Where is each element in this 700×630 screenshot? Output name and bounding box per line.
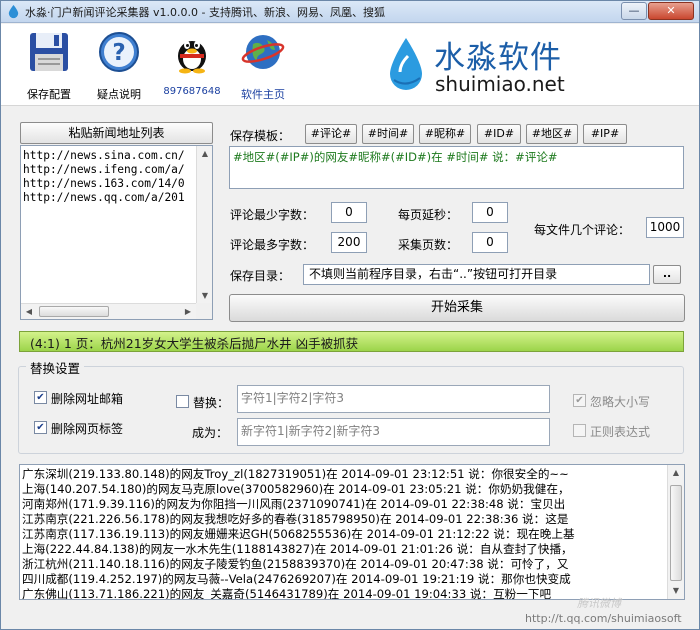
replace-to-label: 成为：: [192, 426, 229, 440]
water-drop-logo-icon: [390, 38, 422, 90]
replace-label: 替换：: [193, 396, 230, 410]
qq-contact-button[interactable]: 897687648: [161, 30, 223, 97]
log-line: 广东佛山(113.71.186.221)的网友_关嘉奇(5146431789)在…: [22, 587, 552, 600]
regex-label: 正则表达式: [590, 425, 651, 439]
regex-checkbox[interactable]: [573, 424, 586, 437]
pages-input[interactable]: 0: [472, 232, 508, 253]
scroll-right-arrow-icon[interactable]: ▶: [180, 304, 196, 319]
tag-ip-button[interactable]: #IP#: [583, 124, 627, 144]
browse-dir-button[interactable]: ..: [653, 265, 681, 284]
logo-domain-text: shuimiao.net: [435, 72, 565, 96]
log-line: 河南郑州(171.9.39.116)的网友为你阻挡一川风雨(2371090741…: [22, 497, 566, 511]
close-button[interactable]: ✕: [648, 2, 694, 20]
replace-settings-title: 替换设置: [26, 358, 85, 377]
remove-html-checkbox[interactable]: ✔: [34, 421, 47, 434]
log-vertical-scrollbar[interactable]: ▲ ▼: [667, 465, 684, 599]
window-title: 水淼·门户新闻评论采集器 v1.0.0.0 - 支持腾讯、新浪、网易、凤凰、搜狐: [25, 6, 385, 19]
progress-bar: (4:1) 1 页：杭州21岁女大学生被杀后抛尸水井 凶手被抓获: [19, 331, 684, 352]
tag-id-button[interactable]: #ID#: [477, 124, 521, 144]
save-config-label: 保存配置: [27, 88, 71, 101]
log-scroll-down-arrow-icon[interactable]: ▼: [668, 583, 684, 599]
tag-nickname-button[interactable]: #昵称#: [419, 124, 471, 144]
main-window: 水淼·门户新闻评论采集器 v1.0.0.0 - 支持腾讯、新浪、网易、凤凰、搜狐…: [0, 0, 700, 630]
url-list-horizontal-scrollbar[interactable]: ◀ ▶: [21, 303, 196, 319]
scroll-corner: [196, 303, 212, 319]
log-line: 上海(222.44.84.138)的网友一水木先生(1188143827)在 2…: [22, 542, 573, 556]
title-bar[interactable]: 水淼·门户新闻评论采集器 v1.0.0.0 - 支持腾讯、新浪、网易、凤凰、搜狐…: [1, 1, 699, 23]
globe-icon: [241, 35, 285, 69]
paste-url-list-button[interactable]: 粘贴新闻地址列表: [20, 122, 213, 144]
log-line: 江苏南京(117.136.19.113)的网友姗姗来迟GH(5068255536…: [22, 527, 575, 541]
tag-time-button[interactable]: #时间#: [362, 124, 414, 144]
log-line: 四川成都(119.4.252.197)的网友马薇--Vela(247626920…: [22, 572, 571, 586]
progress-text: (4:1) 1 页：杭州21岁女大学生被杀后抛尸水井 凶手被抓获: [30, 336, 359, 351]
log-scroll-thumb[interactable]: [670, 485, 682, 581]
log-line: 江苏南京(221.226.56.178)的网友我想吃好多的春卷(31857989…: [22, 512, 569, 526]
save-dir-input[interactable]: 不填则当前程序目录，右击“..”按钮可打开目录: [303, 264, 650, 285]
log-line: 广东深圳(219.133.80.148)的网友Troy_zl(182731905…: [22, 467, 569, 481]
tag-region-button[interactable]: #地区#: [526, 124, 578, 144]
qq-penguin-icon: [178, 41, 206, 74]
log-scroll-up-arrow-icon[interactable]: ▲: [668, 465, 684, 481]
min-chars-input[interactable]: 0: [331, 202, 367, 223]
question-mark-icon: ?: [99, 32, 139, 72]
help-button[interactable]: ? 疑点说明: [91, 30, 147, 102]
save-config-button[interactable]: 保存配置: [21, 30, 77, 102]
pages-label: 采集页数：: [398, 238, 459, 252]
per-file-label: 每文件几个评论：: [534, 223, 631, 237]
comment-log-textarea[interactable]: 广东深圳(219.133.80.148)的网友Troy_zl(182731905…: [19, 464, 685, 600]
app-water-drop-icon: [8, 4, 19, 19]
save-dir-label: 保存目录：: [230, 269, 291, 283]
url-line: http://news.qq.com/a/201: [23, 191, 185, 204]
replace-from-input[interactable]: 字符1|字符2|字符3: [237, 385, 550, 413]
per-file-input[interactable]: 1000: [646, 217, 684, 238]
max-chars-input[interactable]: 200: [331, 232, 367, 253]
replace-to-input[interactable]: 新字符1|新字符2|新字符3: [237, 418, 550, 446]
max-chars-label: 评论最多字数：: [230, 238, 315, 252]
ignore-case-label: 忽略大小写: [590, 395, 651, 409]
brand-logo: 水淼软件 shuimiao.net: [386, 32, 586, 100]
homepage-button[interactable]: 软件主页: [231, 30, 295, 102]
toolbar: 保存配置 ? 疑点说明 897687648 软件主页 水淼软件 shuimiao…: [1, 24, 699, 106]
replace-checkbox[interactable]: [176, 395, 189, 408]
horizontal-scroll-thumb[interactable]: [39, 306, 109, 317]
page-delay-label: 每页延秒：: [398, 208, 459, 222]
homepage-label: 软件主页: [241, 88, 285, 101]
min-chars-label: 评论最少字数：: [230, 208, 315, 222]
scroll-left-arrow-icon[interactable]: ◀: [21, 304, 37, 319]
remove-url-mail-checkbox[interactable]: ✔: [34, 391, 47, 404]
floppy-disk-icon: [30, 33, 68, 71]
scroll-up-arrow-icon[interactable]: ▲: [197, 146, 212, 162]
remove-url-mail-label: 删除网址邮箱: [51, 392, 124, 406]
weibo-watermark-url: http://t.qq.com/shuimiaosoft: [525, 612, 682, 625]
remove-html-label: 删除网页标签: [51, 422, 124, 436]
scroll-down-arrow-icon[interactable]: ▼: [197, 288, 212, 304]
minimize-button[interactable]: —: [621, 2, 647, 20]
url-list-textarea[interactable]: http://news.sina.com.cn/ http://news.ife…: [20, 145, 213, 320]
help-label: 疑点说明: [97, 88, 141, 101]
log-line: 上海(140.207.54.180)的网友马克原love(3700582960)…: [22, 482, 570, 496]
weibo-watermark: 腾讯微博: [577, 597, 621, 610]
url-line: http://news.sina.com.cn/: [23, 149, 185, 162]
logo-chinese-text: 水淼软件: [434, 40, 562, 76]
tag-comment-button[interactable]: #评论#: [305, 124, 357, 144]
template-label: 保存模板：: [230, 129, 291, 143]
svg-text:?: ?: [112, 40, 125, 66]
url-line: http://news.ifeng.com/a/: [23, 163, 185, 176]
qq-number-label: 897687648: [163, 86, 221, 97]
page-delay-input[interactable]: 0: [472, 202, 508, 223]
start-collect-button[interactable]: 开始采集: [229, 294, 685, 322]
template-textarea[interactable]: #地区#(#IP#)的网友#昵称#(#ID#)在 #时间# 说：#评论#: [229, 146, 684, 189]
log-line: 浙江杭州(211.140.18.116)的网友子陵爱钓鱼(2158839370)…: [22, 557, 569, 571]
ignore-case-checkbox[interactable]: ✔: [573, 394, 586, 407]
url-line: http://news.163.com/14/0: [23, 177, 185, 190]
url-list-vertical-scrollbar[interactable]: ▲ ▼: [196, 146, 212, 304]
